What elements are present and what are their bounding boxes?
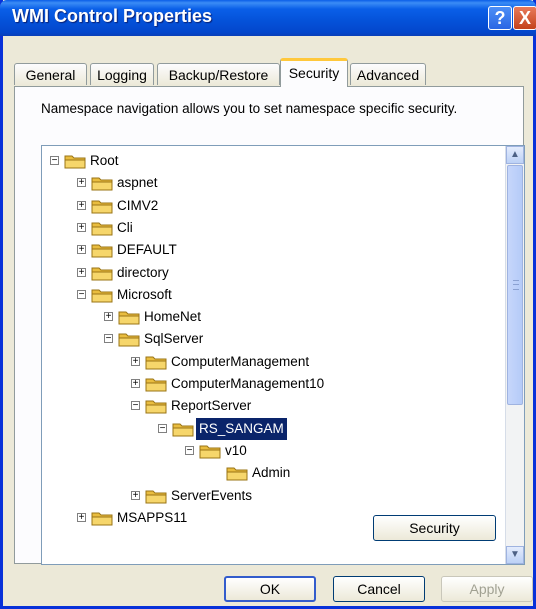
- plus-box-icon[interactable]: +: [77, 267, 86, 277]
- tree-node-label: HomeNet: [144, 309, 202, 325]
- folder-icon: [145, 354, 167, 370]
- cancel-button[interactable]: Cancel: [333, 576, 425, 602]
- scroll-thumb[interactable]: [507, 165, 523, 405]
- security-button[interactable]: Security: [373, 515, 496, 541]
- folder-icon: [172, 421, 194, 437]
- plus-box-icon[interactable]: +: [104, 312, 113, 322]
- plus-box-icon[interactable]: +: [77, 245, 86, 255]
- tree-node-label: SqlServer: [144, 331, 204, 347]
- scroll-grip-icon: [513, 280, 519, 290]
- vertical-scrollbar[interactable]: ▲ ▼: [505, 146, 524, 564]
- tree-node-label: MSAPPS11: [117, 509, 188, 525]
- plus-box-icon[interactable]: +: [77, 222, 86, 232]
- folder-icon: [226, 465, 248, 481]
- folder-icon: [118, 331, 140, 347]
- tree-node-label: Microsoft: [117, 286, 172, 302]
- help-button[interactable]: ?: [488, 6, 512, 30]
- security-tab-panel: Namespace navigation allows you to set n…: [14, 86, 525, 565]
- minus-box-icon[interactable]: −: [131, 401, 140, 411]
- tree-node-label: v10: [225, 442, 247, 458]
- plus-box-icon[interactable]: +: [131, 490, 140, 500]
- folder-icon: [118, 309, 140, 325]
- plus-box-icon[interactable]: +: [77, 512, 86, 522]
- plus-box-icon[interactable]: +: [77, 178, 86, 188]
- tree-node-label: RS_SANGAM: [196, 417, 287, 440]
- tree-node-label: ComputerManagement10: [171, 376, 325, 391]
- scroll-up-button[interactable]: ▲: [506, 146, 524, 164]
- plus-box-icon[interactable]: +: [131, 379, 140, 389]
- namespace-tree[interactable]: ▲ ▼ − Root + aspnet + CIMV2 + Cli + DEFAULT + direc…: [41, 145, 525, 565]
- tree-node-label: DEFAULT: [117, 242, 177, 258]
- dialog-window: WMI Control Properties ? X General Loggi…: [0, 0, 536, 609]
- folder-icon: [145, 376, 167, 392]
- plus-box-icon[interactable]: +: [131, 356, 140, 366]
- tab-backup-restore[interactable]: Backup/Restore: [157, 63, 280, 85]
- tree-node-label: Admin: [252, 465, 291, 481]
- folder-icon: [91, 175, 113, 191]
- description-text: Namespace navigation allows you to set n…: [41, 101, 458, 116]
- tab-advanced[interactable]: Advanced: [350, 63, 426, 85]
- scroll-down-button[interactable]: ▼: [506, 546, 524, 564]
- close-button[interactable]: X: [513, 6, 536, 30]
- apply-button: Apply: [441, 576, 533, 602]
- minus-box-icon[interactable]: −: [104, 334, 113, 344]
- tree-node-label: directory: [117, 264, 169, 280]
- tree-node-label: CIMV2: [117, 197, 159, 213]
- folder-icon: [91, 265, 113, 281]
- tab-general[interactable]: General: [14, 63, 87, 85]
- folder-icon: [145, 488, 167, 504]
- minus-box-icon[interactable]: −: [77, 289, 86, 299]
- folder-icon: [91, 510, 113, 526]
- minus-box-icon[interactable]: −: [185, 445, 194, 455]
- tree-node-label: Cli: [117, 219, 133, 235]
- tree-node-label: ServerEvents: [171, 487, 253, 503]
- title-bar[interactable]: WMI Control Properties ? X: [0, 0, 536, 36]
- folder-icon: [91, 220, 113, 236]
- tree-node-label: aspnet: [117, 175, 158, 191]
- folder-icon: [91, 198, 113, 214]
- folder-icon: [91, 287, 113, 303]
- tab-security[interactable]: Security: [280, 58, 348, 87]
- ok-button[interactable]: OK: [224, 576, 316, 602]
- tree-node-label: Root: [90, 153, 119, 168]
- folder-icon: [64, 153, 86, 169]
- tab-logging[interactable]: Logging: [90, 63, 154, 85]
- folder-icon: [91, 242, 113, 258]
- window-title: WMI Control Properties: [12, 6, 213, 26]
- folder-icon: [199, 443, 221, 459]
- minus-box-icon[interactable]: −: [50, 156, 59, 166]
- folder-icon: [145, 398, 167, 414]
- minus-box-icon[interactable]: −: [158, 423, 167, 433]
- plus-box-icon[interactable]: +: [77, 200, 86, 210]
- tree-node-label: ComputerManagement: [171, 353, 310, 369]
- tree-node-label: ReportServer: [171, 398, 252, 414]
